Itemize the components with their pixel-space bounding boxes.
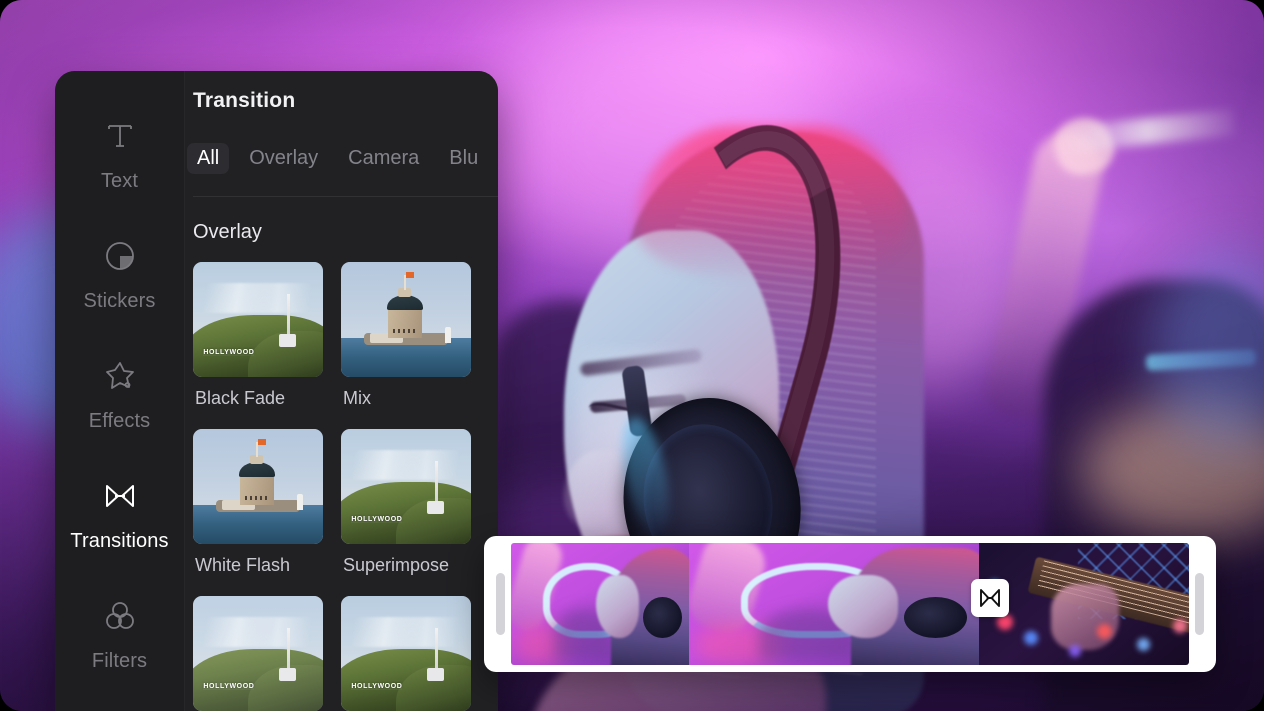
sidebar-item-effects[interactable]: Effects — [55, 335, 184, 455]
transition-label: Superimpose — [343, 555, 450, 575]
tool-sidebar: Text Stickers Effects Transitions Filter… — [55, 71, 185, 711]
transition-item-row3-right[interactable]: HOLLYWOOD — [341, 596, 471, 711]
category-tabs: All Overlay Camera Blu — [185, 113, 498, 174]
sidebar-item-label: Filters — [91, 649, 148, 672]
timeline-clip-3[interactable] — [979, 543, 1189, 665]
trim-handle-left[interactable] — [496, 573, 505, 635]
tab-all[interactable]: All — [187, 143, 230, 174]
timeline-clip-2[interactable] — [689, 543, 979, 665]
panel-content: Transition All Overlay Camera Blu Overla… — [185, 71, 498, 711]
thumbnail-art-hollywood: HOLLYWOOD — [193, 262, 323, 377]
page-title: Transition — [193, 89, 296, 112]
section-heading: Overlay — [193, 221, 262, 243]
transition-thumbnail[interactable]: HOLLYWOOD — [193, 596, 323, 711]
tab-camera[interactable]: Camera — [338, 143, 429, 174]
filters-icon — [102, 598, 138, 634]
trim-handle-right[interactable] — [1195, 573, 1204, 635]
timeline — [484, 536, 1216, 672]
sidebar-item-label: Transitions — [70, 529, 169, 552]
transition-item-superimpose[interactable]: HOLLYWOOD Superimpose — [341, 429, 471, 590]
tab-blur[interactable]: Blu — [439, 143, 488, 174]
sidebar-item-label: Effects — [88, 409, 151, 432]
thumbnail-art-maidens-tower — [341, 262, 471, 377]
transition-thumbnail[interactable]: HOLLYWOOD — [193, 262, 323, 377]
thumbnail-sign-text: HOLLYWOOD — [203, 349, 255, 357]
transition-label: White Flash — [195, 555, 291, 575]
text-icon — [102, 118, 138, 154]
transition-label: Black Fade — [195, 388, 286, 408]
transition-grid: HOLLYWOOD Black Fade Mix White Flash HOL… — [185, 244, 498, 711]
timeline-clip-1[interactable] — [511, 543, 689, 665]
add-transition-button[interactable] — [971, 579, 1009, 617]
editor-window: Text Stickers Effects Transitions Filter… — [0, 0, 1264, 711]
transition-panel: Text Stickers Effects Transitions Filter… — [55, 71, 498, 711]
thumbnail-art-hollywood: HOLLYWOOD — [193, 596, 323, 711]
transition-label: Mix — [343, 388, 371, 408]
transition-item-white-flash[interactable]: White Flash — [193, 429, 323, 590]
transition-item-row3-left[interactable]: HOLLYWOOD — [193, 596, 323, 711]
transition-bowtie-icon — [978, 586, 1002, 610]
transition-thumbnail[interactable] — [193, 429, 323, 544]
sidebar-item-text[interactable]: Text — [55, 95, 184, 215]
transition-thumbnail[interactable]: HOLLYWOOD — [341, 429, 471, 544]
thumbnail-sign-text: HOLLYWOOD — [203, 683, 255, 691]
transition-thumbnail[interactable] — [341, 262, 471, 377]
effects-icon — [102, 358, 138, 394]
clip-thumbnail-guitarist — [979, 543, 1189, 665]
sidebar-item-label: Stickers — [83, 289, 156, 312]
thumbnail-sign-text: HOLLYWOOD — [351, 516, 403, 524]
thumbnail-sign-text: HOLLYWOOD — [351, 683, 403, 691]
tab-overlay[interactable]: Overlay — [239, 143, 328, 174]
sidebar-item-transitions[interactable]: Transitions — [55, 455, 184, 575]
transition-item-mix[interactable]: Mix — [341, 262, 471, 423]
timeline-track[interactable] — [511, 543, 1189, 665]
thumbnail-art-maidens-tower — [193, 429, 323, 544]
stickers-icon — [102, 238, 138, 274]
thumbnail-art-hollywood: HOLLYWOOD — [341, 429, 471, 544]
clip-thumbnail-neon-crowd — [511, 543, 689, 665]
transitions-icon — [102, 478, 138, 514]
thumbnail-art-hollywood: HOLLYWOOD — [341, 596, 471, 711]
sidebar-item-stickers[interactable]: Stickers — [55, 215, 184, 335]
transition-item-black-fade[interactable]: HOLLYWOOD Black Fade — [193, 262, 323, 423]
transition-thumbnail[interactable]: HOLLYWOOD — [341, 596, 471, 711]
sidebar-item-filters[interactable]: Filters — [55, 575, 184, 695]
clip-thumbnail-neon-crowd — [689, 543, 979, 665]
sidebar-item-label: Text — [100, 169, 139, 192]
